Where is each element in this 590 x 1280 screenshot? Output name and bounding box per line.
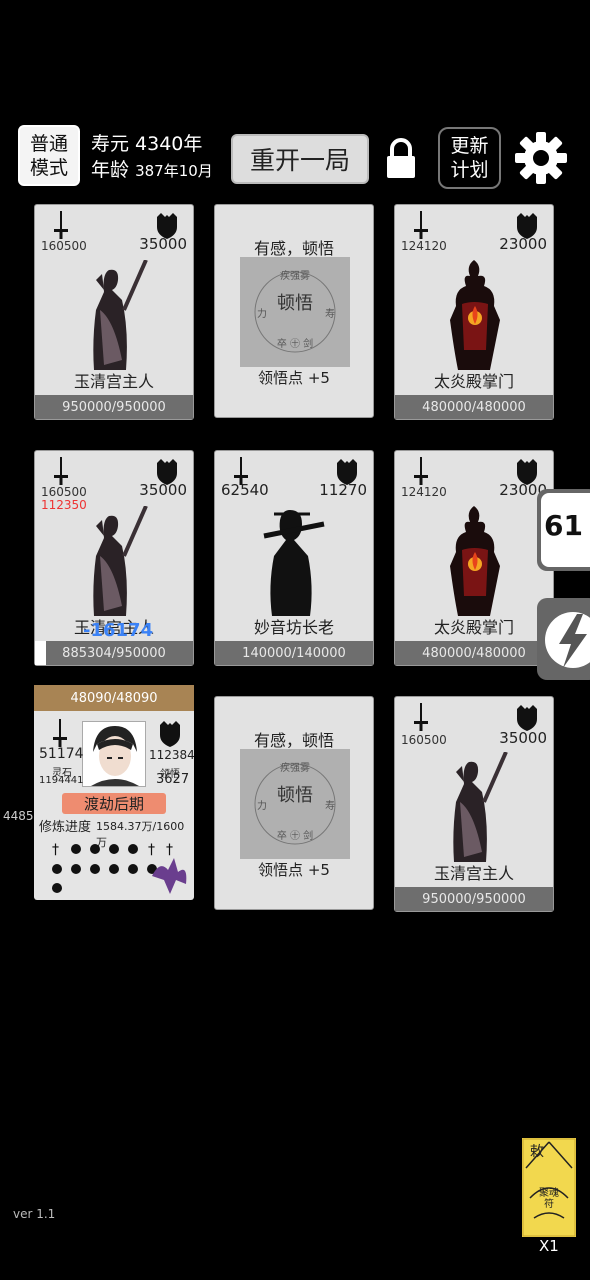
enemy-defense: 35000 bbox=[499, 729, 547, 747]
enemy-attack: 124120 bbox=[401, 239, 447, 253]
svg-text:敕: 敕 bbox=[530, 1143, 544, 1160]
settings-gear-icon[interactable] bbox=[514, 131, 568, 189]
lock-icon[interactable] bbox=[385, 138, 417, 184]
cultivator-figure-icon bbox=[451, 752, 508, 862]
attack-sword-icon bbox=[54, 211, 68, 239]
flute-elder-figure-icon bbox=[254, 506, 334, 616]
enemy-hp-bar: 950000/950000 bbox=[35, 395, 193, 419]
enlightenment-scroll-icon bbox=[240, 749, 350, 859]
enemy-name: 妙音坊长老 bbox=[253, 618, 334, 637]
enemy-attack: 160500 bbox=[41, 239, 87, 253]
mode-line2: 模式 bbox=[29, 156, 68, 179]
lightning-skill-button[interactable] bbox=[537, 598, 590, 680]
buff-icons: † † † bbox=[52, 842, 187, 894]
version-label: ver 1.1 bbox=[13, 1207, 56, 1221]
enemy-card[interactable]: 124120 23000 太炎殿掌门 480000/480000 bbox=[394, 450, 554, 666]
flame-demon-figure-icon bbox=[450, 260, 500, 370]
event-reward: 领悟点 +5 bbox=[258, 369, 330, 387]
attack-sword-icon bbox=[414, 703, 428, 731]
enemy-hp-bar: 950000/950000 bbox=[395, 887, 553, 911]
talisman-count: X1 bbox=[539, 1237, 559, 1255]
svg-text:†: † bbox=[52, 842, 59, 858]
enemy-name: 太炎殿掌门 bbox=[433, 618, 514, 637]
enemy-name: 玉清宫主人 bbox=[73, 372, 154, 391]
defense-shield-icon bbox=[517, 705, 537, 731]
event-title: 有感，顿悟 bbox=[253, 731, 334, 750]
flame-demon-figure-icon bbox=[450, 506, 500, 616]
enlightenment-scroll-icon bbox=[240, 257, 350, 367]
realm-badge: 渡劫后期 bbox=[62, 793, 166, 814]
enemy-defense: 35000 bbox=[139, 235, 187, 253]
event-card[interactable]: 有感，顿悟 领悟点 +5 bbox=[214, 204, 374, 418]
event-reward: 领悟点 +5 bbox=[258, 861, 330, 879]
age-label: 年龄 bbox=[91, 159, 130, 181]
damage-float-text: -16174 bbox=[83, 620, 154, 641]
enemy-hp-text: 885304/950000 bbox=[62, 645, 166, 661]
attack-sword-icon bbox=[53, 719, 67, 747]
enemy-defense: 11270 bbox=[319, 481, 367, 499]
age-row: 年龄 387年10月 bbox=[91, 157, 213, 184]
side-counter-button[interactable]: 61 bbox=[537, 489, 590, 571]
enemy-attack: 160500 bbox=[41, 485, 87, 499]
age-value: 387年10月 bbox=[135, 162, 213, 180]
cultivation-progress-label: 修炼进度 bbox=[39, 820, 92, 835]
restart-button[interactable]: 重开一局 bbox=[231, 134, 369, 184]
enemy-hp-bar: 140000/140000 bbox=[215, 641, 373, 665]
defense-shield-icon bbox=[160, 721, 180, 747]
mode-line1: 普通 bbox=[29, 132, 68, 155]
player-side-number: 4485 bbox=[3, 809, 34, 823]
side-counter-value: 61 bbox=[544, 509, 583, 542]
player-card[interactable]: 48090/48090 51174 灵石 1194441 112384 领悟 3… bbox=[34, 685, 195, 900]
mode-button[interactable]: 普通 模式 bbox=[18, 125, 80, 186]
enemy-card[interactable]: 160500 112350 35000 玉清宫主人 -16174 885304/… bbox=[34, 450, 194, 666]
event-title: 有感，顿悟 bbox=[253, 239, 334, 258]
insight-value: 3627 bbox=[156, 772, 190, 787]
enemy-card[interactable]: 160500 35000 玉清宫主人 950000/950000 bbox=[394, 696, 554, 912]
spirit-stone-value: 1194441 bbox=[39, 775, 84, 786]
player-hp: 48090/48090 bbox=[34, 685, 194, 711]
enemy-card[interactable]: 160500 35000 玉清宫主人 950000/950000 bbox=[34, 204, 194, 420]
plan-line1: 更新 bbox=[450, 135, 489, 157]
avatar bbox=[82, 721, 146, 787]
enemy-defense: 23000 bbox=[499, 235, 547, 253]
enemy-hp-bar: 480000/480000 bbox=[395, 395, 553, 419]
player-defense: 112384 bbox=[149, 748, 195, 762]
plan-line2: 计划 bbox=[450, 159, 489, 181]
lightning-icon bbox=[545, 612, 590, 668]
attack-sword-icon bbox=[414, 457, 428, 485]
lifespan-text: 寿元 4340年 bbox=[91, 133, 203, 155]
enemy-attack: 62540 bbox=[221, 481, 269, 499]
cultivator-figure-icon bbox=[91, 260, 148, 370]
svg-text:†: † bbox=[148, 842, 155, 858]
enemy-hp-bar: 885304/950000 bbox=[35, 641, 193, 665]
enemy-defense: 35000 bbox=[139, 481, 187, 499]
enemy-card[interactable]: 124120 23000 太炎殿掌门 480000/480000 bbox=[394, 204, 554, 420]
svg-text:†: † bbox=[166, 842, 173, 858]
lifespan-panel: 寿元 4340年 年龄 387年10月 bbox=[91, 131, 213, 184]
enemy-attack: 160500 bbox=[401, 733, 447, 747]
player-portrait-icon bbox=[91, 726, 139, 786]
attack-sword-icon bbox=[54, 457, 68, 485]
talisman-item[interactable]: 敕 聚魂符 bbox=[522, 1138, 576, 1237]
enemy-name: 太炎殿掌门 bbox=[433, 372, 514, 391]
enemy-name: 玉清宫主人 bbox=[433, 864, 514, 883]
enemy-card[interactable]: 62540 11270 妙音坊长老 140000/140000 bbox=[214, 450, 374, 666]
player-attack: 51174 bbox=[39, 746, 84, 762]
talisman-text: 聚魂符 bbox=[539, 1188, 559, 1210]
update-plan-button[interactable]: 更新 计划 bbox=[438, 127, 501, 189]
enemy-attack: 124120 bbox=[401, 485, 447, 499]
event-card[interactable]: 有感，顿悟 领悟点 +5 bbox=[214, 696, 374, 910]
cultivator-figure-icon bbox=[91, 506, 148, 616]
enemy-hp-bar: 480000/480000 bbox=[395, 641, 553, 665]
attack-sword-icon bbox=[414, 211, 428, 239]
